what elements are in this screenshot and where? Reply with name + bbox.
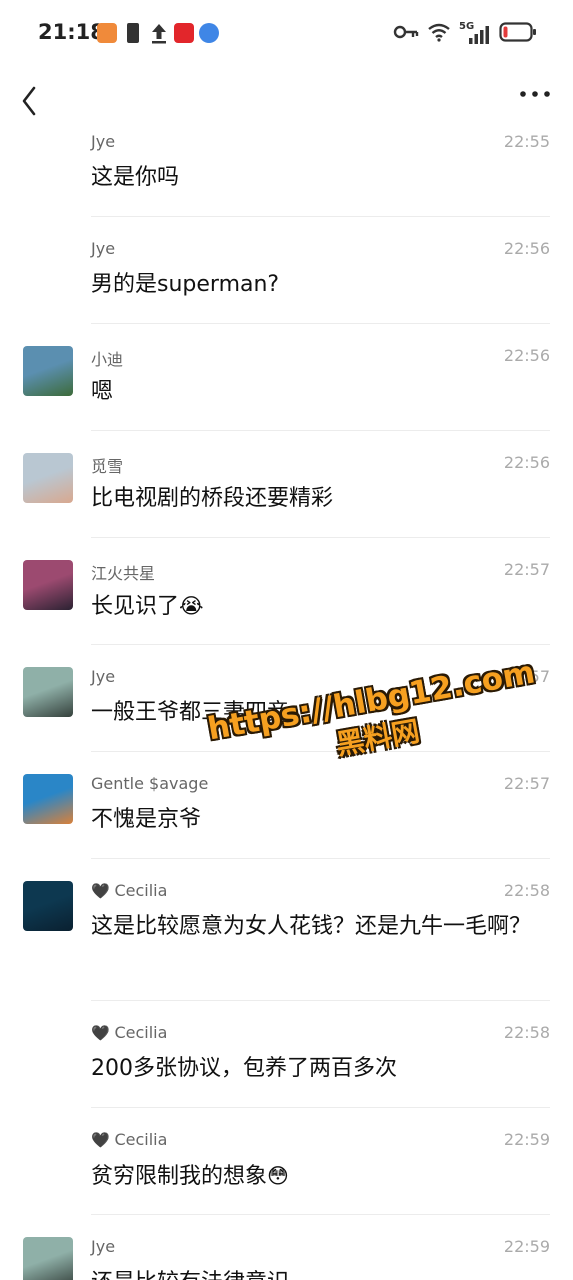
battery-icon (499, 22, 537, 46)
status-right-icons: 5G (393, 21, 537, 46)
key-icon (393, 23, 419, 45)
message-item[interactable]: 🖤 Cecilia 22:59 贫穷限制我的想象😳 (0, 1108, 573, 1215)
black-heart-icon: 🖤 (91, 1131, 115, 1149)
message-text: 200多张协议，包养了两百多次 (91, 1056, 397, 1081)
message-text: 贫穷限制我的想象😳 (91, 1164, 289, 1189)
avatar[interactable] (23, 881, 73, 931)
signal-5g-icon: 5G (459, 21, 491, 45)
status-time: 21:18 (38, 20, 105, 44)
sender-name: Jye (91, 132, 116, 151)
message-time: 22:56 (503, 239, 550, 258)
sender-name: 🖤 Cecilia (91, 881, 168, 900)
message-time: 22:58 (503, 1023, 550, 1042)
message-item[interactable]: Jye 22:59 还是比较有法律意识 (0, 1215, 573, 1280)
message-text: 这是你吗 (91, 165, 180, 190)
message-time: 22:55 (503, 132, 550, 151)
sender-name: 小迪 (91, 350, 124, 369)
message-item[interactable]: 小迪 22:56 嗯 (0, 324, 573, 431)
message-item[interactable]: Jye 22:57 一般王爷都三妻四妾 (0, 645, 573, 752)
message-time: 22:57 (503, 560, 550, 579)
avatar[interactable] (23, 667, 73, 717)
message-item[interactable]: 江火共星 22:57 长见识了😭 (0, 538, 573, 645)
avatar[interactable] (23, 1237, 73, 1280)
avatar[interactable] (23, 453, 73, 503)
message-text: 长见识了😭 (91, 594, 204, 619)
message-time: 22:57 (503, 774, 550, 793)
message-text: 这是比较愿意为女人花钱？还是九牛一毛啊？ (91, 914, 532, 939)
chat-list[interactable]: Jye 22:55 这是你吗 Jye 22:56 男的是superman? 小迪 22:56 嗯… (0, 128, 573, 1280)
emoji-icon: 😳 (267, 1164, 289, 1188)
message-text: 比电视剧的桥段还要精彩 (91, 486, 334, 511)
black-heart-icon: 🖤 (91, 882, 115, 900)
chevron-left-icon (22, 86, 36, 116)
message-text: 一般王爷都三妻四妾 (91, 700, 290, 725)
sender-name: 🖤 Cecilia (91, 1023, 168, 1042)
sender-name: 🖤 Cecilia (91, 1130, 168, 1149)
wifi-icon (427, 22, 451, 46)
nav-bar (0, 68, 573, 128)
message-item[interactable]: Gentle $avage 22:57 不愧是京爷 (0, 752, 573, 859)
more-dots-icon (520, 91, 550, 97)
upload-icon (149, 22, 169, 44)
avatar[interactable] (23, 346, 73, 396)
message-item[interactable]: 🖤 Cecilia 22:58 200多张协议，包养了两百多次 (0, 1001, 573, 1108)
emoji-icon: 😭 (179, 594, 204, 618)
more-button[interactable] (517, 78, 553, 114)
avatar[interactable] (23, 560, 73, 610)
message-time: 22:56 (503, 346, 550, 365)
news-app-icon (174, 23, 194, 43)
message-item[interactable]: 🖤 Cecilia 22:58 这是比较愿意为女人花钱？还是九牛一毛啊？ (0, 859, 573, 1001)
sender-name: Jye (91, 1237, 116, 1256)
message-time: 22:59 (503, 1237, 550, 1256)
battery-alert-icon (127, 23, 139, 43)
sender-name: Jye (91, 667, 116, 686)
message-text: 男的是superman? (91, 272, 280, 297)
sender-name: 江火共星 (91, 564, 156, 583)
avatar[interactable] (23, 774, 73, 824)
shield-app-icon (97, 23, 117, 43)
status-bar: 21:18 5G (0, 0, 573, 68)
message-time: 22:57 (503, 667, 550, 686)
sender-name: 觅雪 (91, 457, 124, 476)
message-time: 22:56 (503, 453, 550, 472)
message-text: 还是比较有法律意识 (91, 1265, 541, 1280)
back-button[interactable] (14, 76, 50, 120)
sender-name: Jye (91, 239, 116, 258)
black-heart-icon: 🖤 (91, 1024, 115, 1042)
message-time: 22:58 (503, 881, 550, 900)
message-text: 嗯 (91, 379, 114, 404)
message-item[interactable]: 觅雪 22:56 比电视剧的桥段还要精彩 (0, 431, 573, 538)
browser-app-icon (199, 23, 219, 43)
message-time: 22:59 (503, 1130, 550, 1149)
sender-name: Gentle $avage (91, 774, 209, 793)
message-item[interactable]: Jye 22:55 这是你吗 (0, 128, 573, 217)
message-text: 不愧是京爷 (91, 807, 202, 832)
message-item[interactable]: Jye 22:56 男的是superman? (0, 217, 573, 324)
